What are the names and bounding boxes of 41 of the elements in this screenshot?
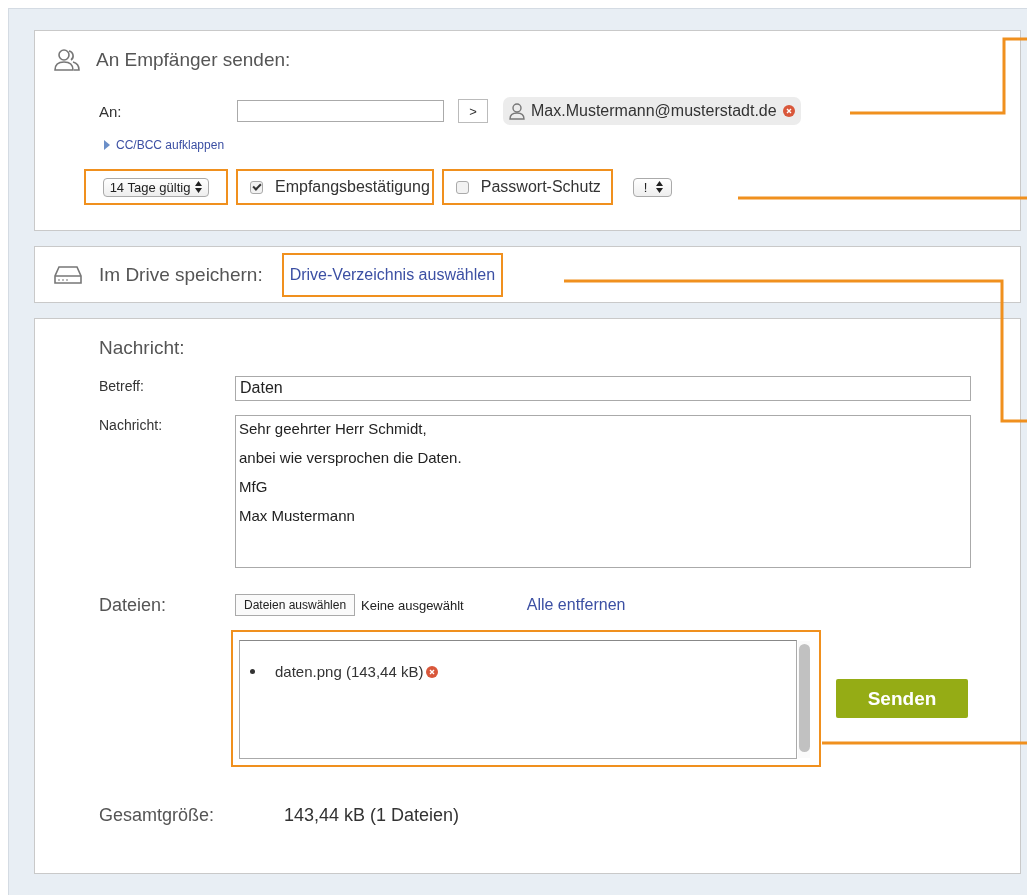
checkbox[interactable] [250, 180, 263, 194]
total-size-value: 143,44 kB (1 Dateien) [284, 805, 460, 826]
recipient-chip[interactable]: Max.Mustermann@musterstadt.de [503, 97, 801, 125]
recipient-input[interactable] [237, 100, 444, 122]
scrollbar[interactable] [798, 641, 810, 758]
updown-arrows-icon [656, 181, 664, 193]
subject-input[interactable]: Daten [235, 376, 971, 401]
section-heading: Nachricht: [99, 337, 186, 359]
choose-files-button[interactable]: Dateien auswählen [235, 594, 356, 616]
add-recipient-button[interactable]: > [458, 99, 488, 123]
message-line: anbei wie versprochen die Daten. [239, 449, 463, 466]
priority-select[interactable]: ! [632, 177, 673, 197]
field-label: Betreff: [99, 377, 145, 394]
message-line: Max Mustermann [239, 507, 356, 524]
file-name: daten.png (143,44 kB) [275, 663, 424, 680]
field-label: An: [99, 102, 123, 120]
checkbox-label: Empfangsbestätigung [275, 178, 430, 196]
cc-bcc-link[interactable]: CC/BCC aufklappen [116, 138, 225, 152]
checkbox-label: Passwort-Schutz [480, 178, 601, 196]
validity-select[interactable]: 14 Tage gültig [102, 177, 210, 197]
total-size-label: Gesamtgröße: [99, 805, 216, 826]
message-line: MfG [239, 478, 269, 495]
updown-arrows-icon [195, 181, 203, 193]
field-label: Nachricht: [99, 416, 164, 433]
drive-icon [54, 265, 82, 284]
checkbox[interactable] [455, 180, 469, 194]
expand-triangle-icon[interactable] [104, 140, 110, 150]
remove-all-link[interactable]: Alle entfernen [526, 596, 626, 614]
message-textarea[interactable]: Sehr geehrter Herr Schmidt, anbei wie versprochen die Daten. MfG Max Mustermann [235, 415, 971, 568]
file-status-text: Keine ausgewählt [361, 597, 464, 613]
field-label: Dateien: [99, 594, 168, 616]
remove-icon[interactable] [782, 105, 795, 117]
person-icon [509, 102, 525, 120]
message-line: Sehr geehrter Herr Schmidt, [239, 420, 428, 437]
remove-icon[interactable] [426, 665, 439, 678]
bullet-icon [250, 669, 255, 674]
section-title: An Empfänger senden: [96, 49, 291, 71]
people-icon [54, 48, 80, 72]
drive-folder-link[interactable]: Drive-Verzeichnis auswählen [289, 265, 496, 284]
recipient-email: Max.Mustermann@musterstadt.de [531, 102, 777, 120]
section-title: Im Drive speichern: [99, 263, 263, 286]
